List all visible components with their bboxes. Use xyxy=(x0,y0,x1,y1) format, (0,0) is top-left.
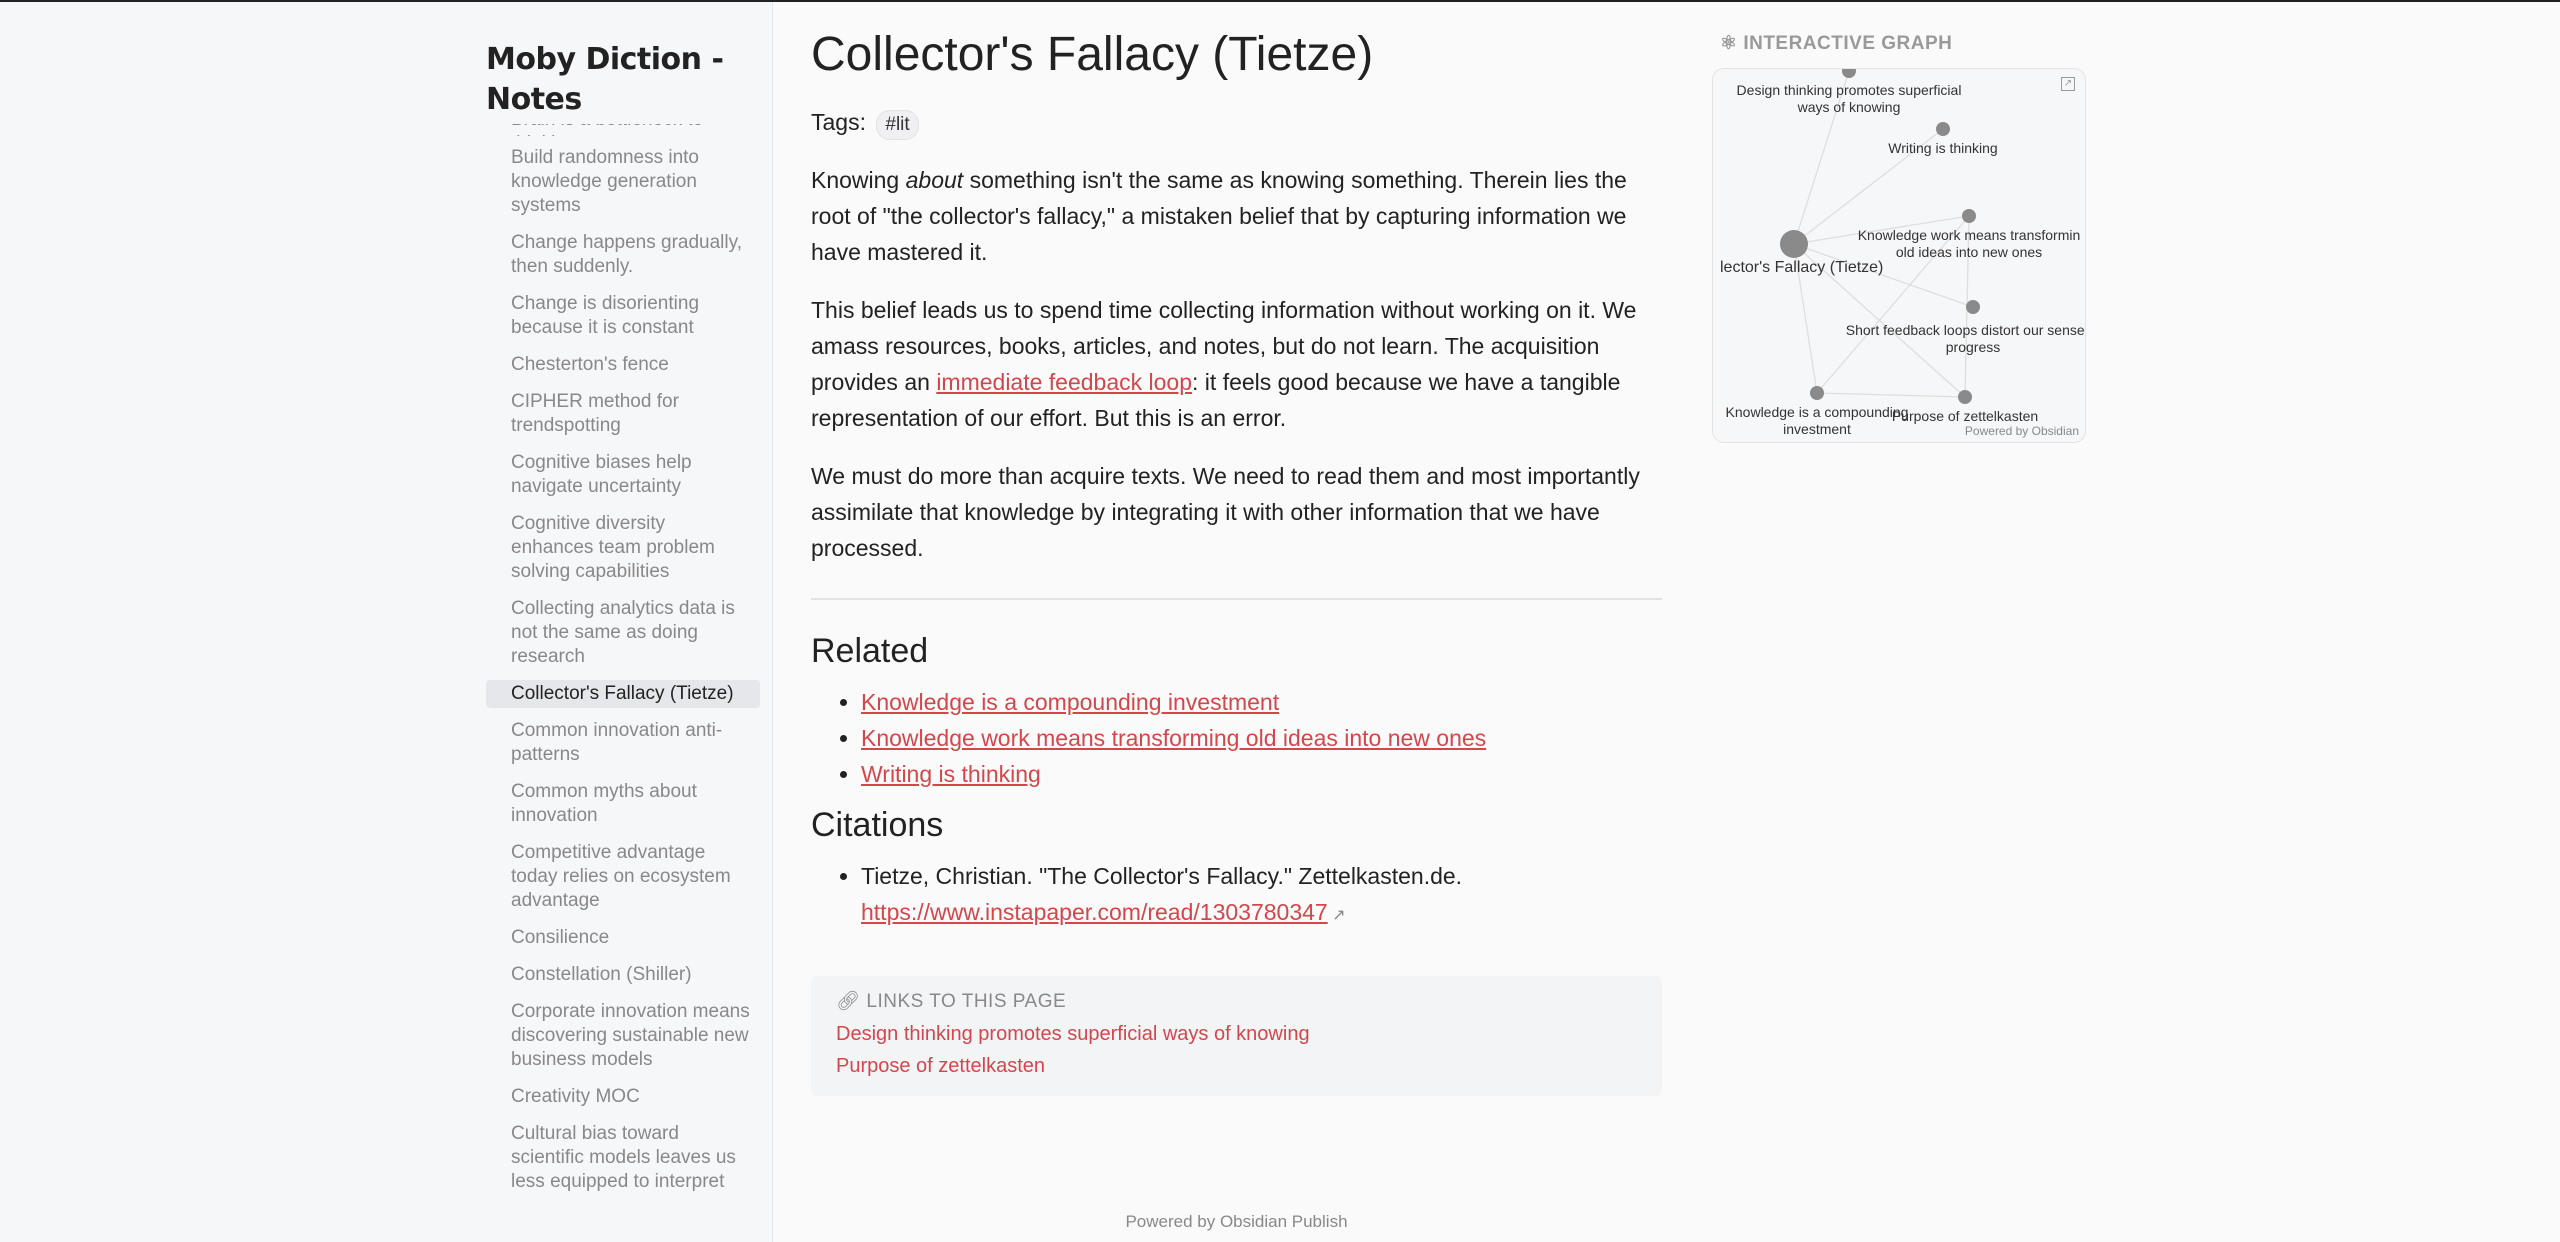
footer: Powered by Obsidian Publish xyxy=(1125,1212,1348,1231)
graph-node-label: Short feedback loops distort our sense o… xyxy=(1845,322,2086,355)
graph-node-label: Purpose of zettelkasten xyxy=(1892,408,2038,424)
main-content: Collector's Fallacy (Tietze) Tags: #lit … xyxy=(811,20,1662,1096)
backlink[interactable]: Purpose of zettelkasten xyxy=(836,1050,1637,1082)
graph-node[interactable] xyxy=(1842,69,1856,78)
related-heading: Related xyxy=(811,632,929,670)
sidebar-item[interactable]: Collecting analytics data is not the sam… xyxy=(486,595,760,671)
nav-list[interactable]: Brain is a bottleneck to thinking Build … xyxy=(486,124,760,1205)
graph-node-label: Writing is thinking xyxy=(1888,140,1997,156)
sidebar-item[interactable]: Common myths about innovation xyxy=(486,778,760,830)
list-item: Knowledge work means transforming old id… xyxy=(861,720,1662,756)
sidebar-item[interactable]: Change happens gradually, then suddenly. xyxy=(486,229,760,281)
site-title[interactable]: Moby Diction - Notes xyxy=(486,40,746,120)
list-item: Knowledge is a compounding investment xyxy=(861,684,1662,720)
paragraph-1: Knowing about something isn't the same a… xyxy=(811,167,1627,265)
sidebar-item[interactable]: Build randomness into knowledge generati… xyxy=(486,144,760,220)
immediate-feedback-loop-link[interactable]: immediate feedback loop xyxy=(936,369,1192,395)
graph-node-label: lector's Fallacy (Tietze) xyxy=(1720,259,1883,276)
related-link[interactable]: Writing is thinking xyxy=(861,761,1041,787)
sidebar-item[interactable]: Cultural bias toward scientific models l… xyxy=(486,1120,760,1196)
citation-url-link[interactable]: https://www.instapaper.com/read/13037803… xyxy=(861,899,1328,925)
graph-edge xyxy=(1816,392,1966,398)
graph-node-label: Knowledge is a compounding investment xyxy=(1726,404,1909,437)
graph-node[interactable] xyxy=(1966,300,1980,314)
page-title: Collector's Fallacy (Tietze) xyxy=(811,28,1374,81)
sidebar-item[interactable]: Cognitive diversity enhances team proble… xyxy=(486,510,760,586)
tags-row: Tags: #lit xyxy=(811,104,1662,140)
sidebar-item[interactable]: Change is disorienting because it is con… xyxy=(486,290,760,342)
sidebar-item[interactable]: CIPHER method for trendspotting xyxy=(486,388,760,440)
interactive-graph[interactable]: Design thinking promotes superficial ways… xyxy=(1712,68,2086,443)
sidebar-item[interactable]: Constellation (Shiller) xyxy=(486,961,760,989)
sidebar-item[interactable]: Cognitive biases help navigate uncertain… xyxy=(486,449,760,501)
graph-credit: Powered by Obsidian xyxy=(1964,424,2079,438)
sidebar-item[interactable]: Creativity MOC xyxy=(486,1083,760,1111)
citations-list: Tietze, Christian. "The Collector's Fall… xyxy=(861,858,1662,934)
backlinks-panel: 🔗︎ LINKS TO THIS PAGE Design thinking pr… xyxy=(811,976,1662,1096)
graph-heading: ⚛ INTERACTIVE GRAPH xyxy=(1720,33,1953,54)
graph-node[interactable] xyxy=(1936,122,1950,136)
link-icon: 🔗︎ xyxy=(836,991,867,1012)
graph-icon: ⚛ xyxy=(1720,33,1744,54)
external-link-icon: ↗ xyxy=(1327,907,1346,924)
paragraph-2: This belief leads us to spend time colle… xyxy=(811,297,1637,431)
list-item: Tietze, Christian. "The Collector's Fall… xyxy=(861,858,1662,934)
graph-node[interactable] xyxy=(1810,386,1824,400)
expand-icon[interactable]: ↗ xyxy=(2061,77,2075,91)
related-link[interactable]: Knowledge is a compounding investment xyxy=(861,689,1279,715)
related-list: Knowledge is a compounding investment Kn… xyxy=(861,684,1662,792)
graph-node-label: Design thinking promotes superficial ways… xyxy=(1737,82,1962,115)
sidebar-item[interactable]: Common innovation anti-patterns xyxy=(486,717,760,769)
graph-node[interactable] xyxy=(1962,209,1976,223)
nav-item-partial[interactable]: Brain is a bottleneck to thinking xyxy=(486,124,760,136)
sidebar-item[interactable]: Chesterton's fence xyxy=(486,351,760,379)
tag-lit[interactable]: #lit xyxy=(876,110,919,140)
sidebar-item[interactable]: Consilience xyxy=(486,924,760,952)
sidebar: Moby Diction - Notes Brain is a bottlene… xyxy=(0,2,773,1242)
sidebar-item[interactable]: Collector's Fallacy (Tietze) xyxy=(486,680,760,708)
sidebar-item[interactable]: Corporate innovation means discovering s… xyxy=(486,998,760,1074)
list-item: Writing is thinking xyxy=(861,756,1662,792)
divider xyxy=(811,598,1662,600)
sidebar-item[interactable]: Competitive advantage today relies on ec… xyxy=(486,839,760,915)
graph-canvas[interactable]: Design thinking promotes superficial ways… xyxy=(1713,69,2086,443)
graph-node[interactable] xyxy=(1780,230,1808,258)
citations-heading: Citations xyxy=(811,806,944,844)
paragraph-3: We must do more than acquire texts. We n… xyxy=(811,463,1640,561)
graph-node[interactable] xyxy=(1958,390,1972,404)
graph-node-label: Knowledge work means transformin old idea… xyxy=(1858,227,2081,260)
backlink[interactable]: Design thinking promotes superficial way… xyxy=(836,1018,1637,1050)
related-link[interactable]: Knowledge work means transforming old id… xyxy=(861,725,1486,751)
